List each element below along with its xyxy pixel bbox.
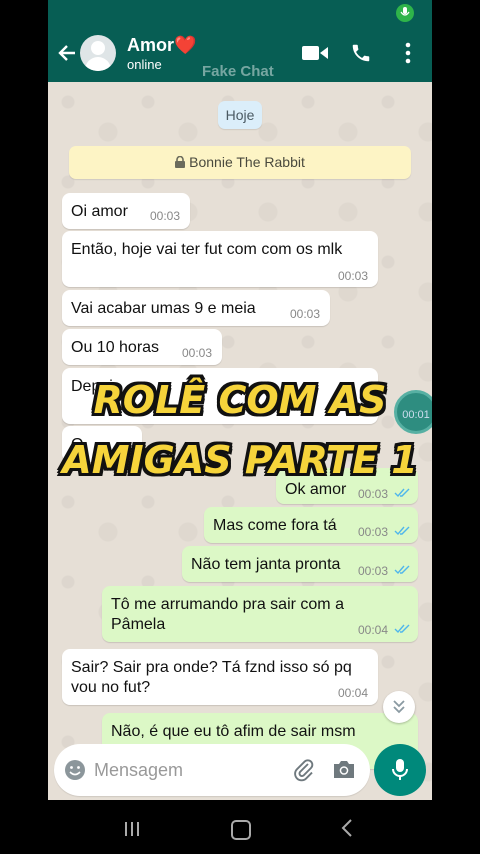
home-icon[interactable] <box>231 820 251 840</box>
overlay-title-line2: AMIGAS PARTE 1 <box>62 438 418 482</box>
nav-back-icon[interactable] <box>340 818 354 838</box>
message-bubble[interactable]: Não tem janta pronta 00:03 <box>182 546 418 582</box>
message-bubble[interactable]: Oi amor 00:03 <box>62 193 190 229</box>
read-ticks-icon <box>394 526 410 536</box>
message-bubble[interactable]: Tô me arrumando pra sair com a Pâmela 00… <box>102 586 418 642</box>
message-time: 00:03 <box>358 564 389 578</box>
read-ticks-icon <box>394 488 410 498</box>
message-time: 00:03 <box>358 487 389 501</box>
message-bubble[interactable]: Então, hoje vai ter fut com com os mlk 0… <box>62 231 378 287</box>
emoji-icon[interactable] <box>64 759 86 781</box>
microphone-icon <box>392 759 408 780</box>
message-text: Ok amor <box>285 481 347 498</box>
phone-screen: Amor❤️ online Fake Chat Hoje Bonnie The … <box>48 0 432 800</box>
contact-status: online <box>127 57 162 72</box>
message-text: Ou 10 horas <box>71 339 160 356</box>
overlay-title-line1: ROLÊ COM AS <box>93 378 387 422</box>
back-arrow-icon[interactable] <box>56 42 78 64</box>
message-bubble[interactable]: Vai acabar umas 9 e meia 00:03 <box>62 290 330 326</box>
encryption-notice-text: Bonnie The Rabbit <box>189 154 305 170</box>
message-time: 00:04 <box>338 686 369 700</box>
date-chip: Hoje <box>218 101 262 129</box>
message-text: Tô me arrumando pra sair com a Pâmela <box>111 596 344 633</box>
scroll-to-bottom-button[interactable] <box>383 691 415 723</box>
message-time: 00:04 <box>358 623 389 637</box>
more-options-icon[interactable] <box>404 42 412 64</box>
message-composer <box>54 744 370 796</box>
message-text: Então, hoje vai ter fut com com os mlk <box>71 241 343 258</box>
message-text: Não tem janta pronta <box>191 556 341 573</box>
message-time: 00:03 <box>290 307 321 321</box>
phone-call-icon[interactable] <box>350 42 372 64</box>
message-time: 00:03 <box>182 346 213 360</box>
watermark: Fake Chat <box>202 63 274 80</box>
recent-apps-icon[interactable] <box>124 821 140 837</box>
read-ticks-icon <box>394 565 410 575</box>
message-text: Vai acabar umas 9 e meia <box>71 300 256 317</box>
camera-icon[interactable] <box>332 759 356 779</box>
message-input[interactable] <box>94 758 274 782</box>
message-time: 00:03 <box>338 269 369 283</box>
recording-indicator-icon <box>396 4 414 22</box>
encryption-notice[interactable]: Bonnie The Rabbit <box>69 146 411 179</box>
attach-clip-icon[interactable] <box>292 758 316 782</box>
voice-record-button[interactable] <box>374 744 426 796</box>
avatar[interactable] <box>80 35 116 71</box>
message-text: Não, é que eu tô afim de sair msm <box>111 723 356 740</box>
status-bar <box>48 0 432 26</box>
read-ticks-icon <box>394 624 410 634</box>
message-text: Sair? Sair pra onde? Tá fznd isso só pq … <box>71 659 352 696</box>
message-time: 00:03 <box>358 525 389 539</box>
message-text: Oi amor <box>71 203 128 220</box>
message-text: Mas come fora tá <box>213 517 337 534</box>
video-call-icon[interactable] <box>302 44 328 62</box>
lock-icon <box>175 156 186 168</box>
contact-name[interactable]: Amor❤️ <box>127 35 196 56</box>
message-time: 00:03 <box>150 209 181 223</box>
message-bubble[interactable]: Ou 10 horas 00:03 <box>62 329 222 365</box>
message-bubble[interactable]: Mas come fora tá 00:03 <box>204 507 418 543</box>
message-bubble[interactable]: Sair? Sair pra onde? Tá fznd isso só pq … <box>62 649 378 705</box>
double-chevron-down-icon <box>393 700 405 714</box>
